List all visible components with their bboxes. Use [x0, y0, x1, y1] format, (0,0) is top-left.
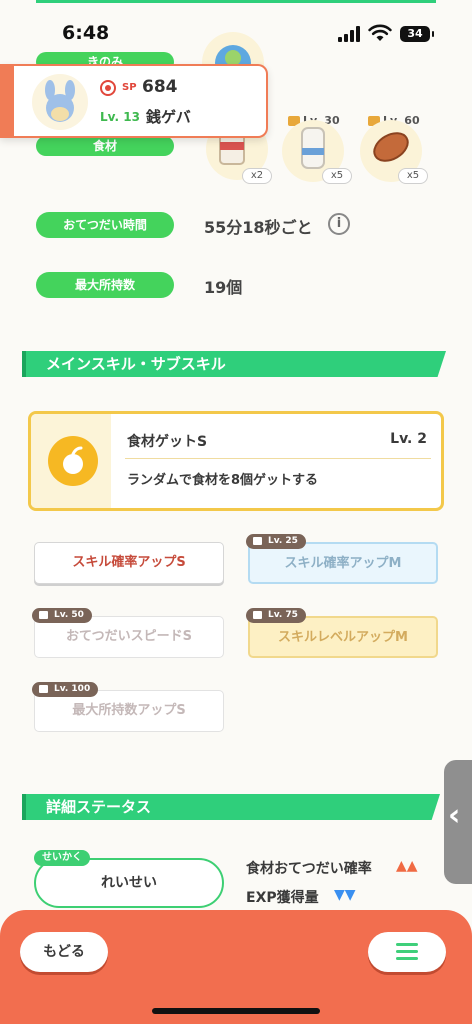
sp-label: SP [122, 82, 137, 93]
wifi-icon [368, 24, 392, 41]
nature-tag: せいかく [34, 850, 90, 866]
max-carry-label: 最大所持数 [36, 272, 174, 298]
sub-skill-4-unlock: Lv. 75 [246, 608, 306, 623]
stat-up-arrows: ▲▲ [396, 858, 418, 874]
main-skill-desc: ランダムで食材を8個ゲットする [127, 473, 319, 488]
sub-skill-3-unlock: Lv. 50 [32, 608, 92, 623]
main-skill-badge [31, 414, 111, 508]
cellular-signal-icon [338, 26, 362, 42]
help-time-value: 55分18秒ごと [204, 218, 313, 237]
main-skill-divider [125, 458, 431, 459]
pokemon-name: 銭ゲバ [146, 108, 191, 126]
ingredient-qty-2: x5 [322, 168, 352, 184]
pokemon-sprite-icon [45, 80, 75, 122]
status-time: 6:48 [62, 22, 110, 44]
stat-label-ingredient-rate: 食材おてつだい確率 [246, 861, 372, 877]
ingredients-label: 食材 [36, 136, 174, 156]
main-skill-level: Lv. 2 [390, 431, 427, 447]
info-icon[interactable]: i [328, 213, 350, 235]
lock-icon [39, 611, 48, 619]
main-skill-name: 食材ゲットS [127, 434, 208, 450]
lock-icon [39, 685, 48, 693]
chevron-left-icon: ‹ [448, 798, 461, 833]
lock-icon [253, 611, 262, 619]
sp-icon [100, 80, 116, 96]
detail-status-header: 詳細ステータス [22, 794, 440, 820]
battery-icon: 34 [400, 26, 434, 42]
ingredient-qty-3: x5 [398, 168, 428, 184]
sp-value: 684 [142, 77, 178, 97]
main-skill-card[interactable]: 食材ゲットS Lv. 2 ランダムで食材を8個ゲットする [28, 411, 444, 511]
back-button[interactable]: もどる [20, 932, 108, 972]
apple-icon [63, 446, 83, 474]
stat-down-arrows: ▼▼ [334, 887, 356, 903]
ingredient-qty-1: x2 [242, 168, 272, 184]
pokemon-level: Lv. 13 [100, 110, 140, 124]
sub-skill-2-unlock: Lv. 25 [246, 534, 306, 549]
pokemon-summary-card[interactable]: SP 684 Lv. 13 銭ゲバ [0, 64, 268, 138]
help-time-label: おてつだい時間 [36, 212, 174, 238]
stat-label-exp: EXP獲得量 [246, 890, 319, 906]
main-sub-skill-header: メインスキル・サブスキル [22, 351, 446, 377]
main-skill-icon-bg [48, 436, 98, 486]
max-carry-value: 19個 [204, 278, 243, 297]
side-drawer-tab[interactable]: ‹ [444, 760, 472, 884]
pokemon-portrait [32, 74, 88, 130]
sub-skill-1[interactable]: スキル確率アップS [34, 542, 224, 584]
lock-icon [253, 537, 262, 545]
menu-button[interactable] [368, 932, 446, 972]
home-indicator [152, 1008, 320, 1014]
sub-skill-5-unlock: Lv. 100 [32, 682, 99, 697]
